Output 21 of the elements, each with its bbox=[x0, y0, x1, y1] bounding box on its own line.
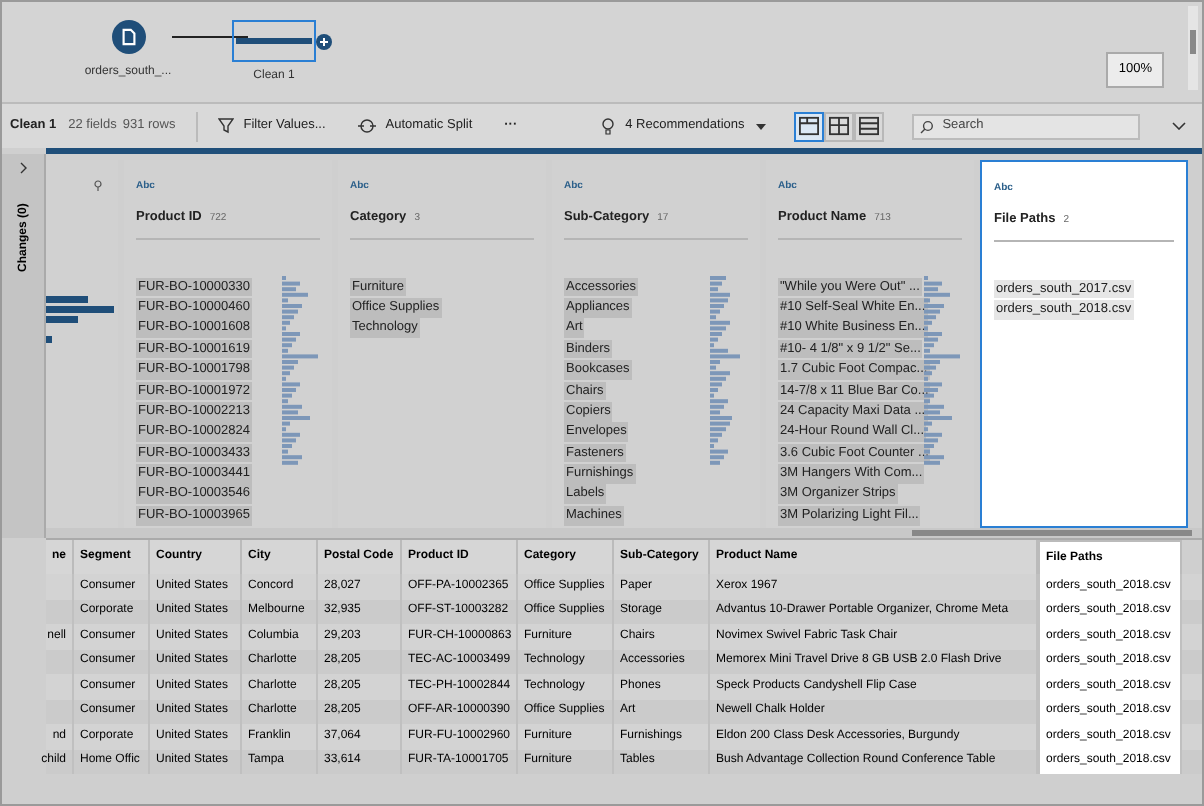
clean-step-node[interactable] bbox=[232, 20, 316, 62]
split-icon bbox=[357, 118, 376, 134]
lightbulb-icon bbox=[601, 117, 614, 135]
chevron-icon[interactable] bbox=[19, 162, 27, 174]
search-icon bbox=[920, 119, 935, 133]
filter-icon bbox=[217, 118, 234, 134]
histogram-chart bbox=[46, 296, 114, 348]
scrollbar-thumb[interactable] bbox=[1190, 30, 1196, 54]
view-toggle[interactable] bbox=[794, 111, 825, 141]
list-view-icon bbox=[828, 116, 851, 136]
add-icon[interactable] bbox=[316, 33, 332, 49]
file-icon bbox=[119, 28, 137, 46]
data-source-node[interactable] bbox=[111, 20, 145, 54]
profile-view-icon bbox=[798, 116, 821, 136]
scrollbar-thumb[interactable] bbox=[912, 530, 1192, 536]
lightbulb-icon bbox=[94, 180, 102, 192]
view-toggle[interactable] bbox=[854, 111, 885, 141]
caret-icon bbox=[756, 123, 767, 129]
table-view-icon bbox=[858, 116, 881, 136]
view-toggle[interactable] bbox=[824, 111, 855, 141]
chevron-icon[interactable] bbox=[1172, 122, 1186, 130]
